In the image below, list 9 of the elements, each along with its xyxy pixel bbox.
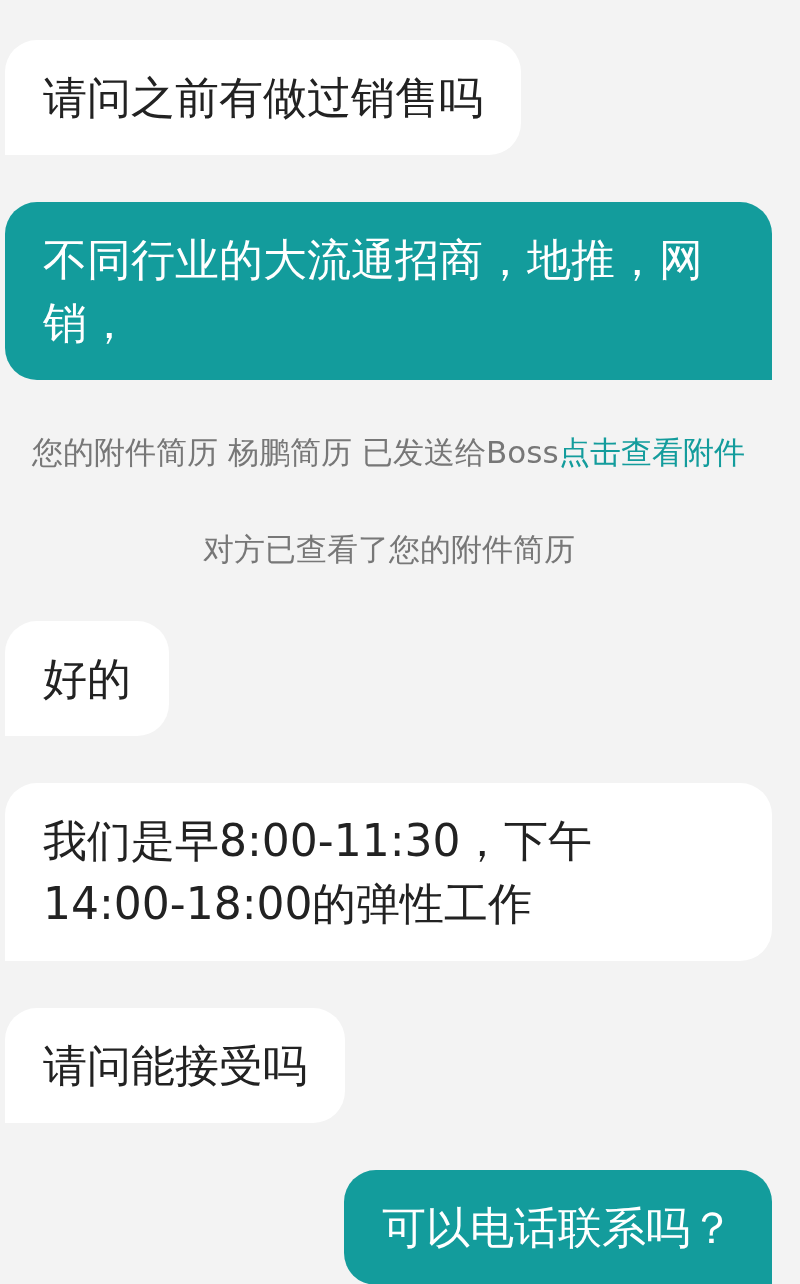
outgoing-message: 不同行业的大流通招商，地推，网销， [5,202,772,380]
view-attachment-link[interactable]: 点击查看附件 [558,434,745,470]
system-notice: 您的附件简历 杨鹏简历 已发送给Boss点击查看附件 [32,433,745,472]
outgoing-message: 可以电话联系吗？ [344,1170,772,1284]
incoming-message: 请问能接受吗 [5,1008,345,1123]
incoming-message: 我们是早8:00-11:30，下午14:00-18:00的弹性工作 [5,783,772,961]
incoming-message: 请问之前有做过销售吗 [5,40,521,155]
system-notice: 对方已查看了您的附件简历 [202,530,575,569]
incoming-message: 好的 [5,621,169,736]
